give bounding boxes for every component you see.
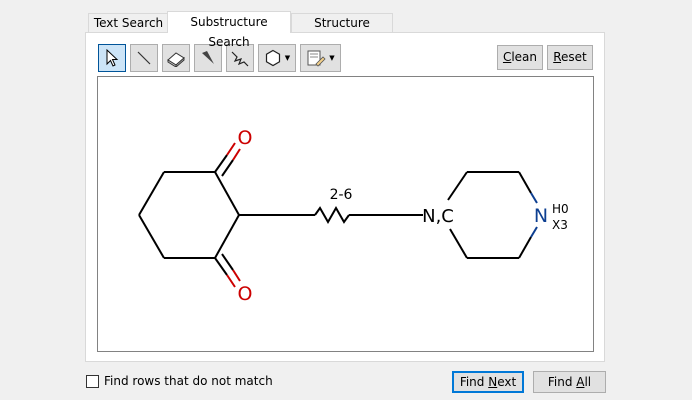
clean-label: Clean xyxy=(502,50,538,64)
ring-bond xyxy=(518,236,532,259)
ring-bond xyxy=(518,171,532,194)
connectivity-label: X3 xyxy=(552,218,568,232)
double-bond xyxy=(232,269,241,282)
query-tool-button[interactable]: ▼ xyxy=(300,44,341,72)
ring-bond xyxy=(530,192,538,204)
chain-repeat-label: 2-6 xyxy=(330,187,353,203)
double-bond xyxy=(214,154,228,173)
find-next-button[interactable]: Find Next xyxy=(452,371,524,393)
double-bond xyxy=(221,159,234,177)
ring-bond xyxy=(530,226,538,238)
ring-bond xyxy=(214,171,240,216)
molecule-drawing: O O 2-6 N,C N H0 X3 xyxy=(138,127,569,305)
double-bond xyxy=(226,142,236,156)
ring-bond xyxy=(447,171,468,201)
not-match-option[interactable]: Find rows that do not match xyxy=(86,373,273,389)
find-next-label: Find Next xyxy=(459,375,517,389)
reset-label: Reset xyxy=(553,50,587,64)
chevron-down-icon: ▼ xyxy=(284,54,291,62)
chevron-down-icon: ▼ xyxy=(329,54,335,62)
double-bond xyxy=(214,257,228,276)
chain-repeat-bond xyxy=(314,205,350,225)
ring-bond xyxy=(138,171,165,216)
eraser-icon xyxy=(167,52,185,67)
double-bond xyxy=(232,148,241,161)
ring-template-icon xyxy=(265,49,280,67)
ring-bond xyxy=(214,214,240,259)
reset-button[interactable]: Reset xyxy=(547,45,593,70)
structure-canvas[interactable]: O O 2-6 N,C N H0 X3 xyxy=(97,76,594,352)
ring-tool-button[interactable]: ▼ xyxy=(258,44,296,72)
double-bond xyxy=(221,253,234,271)
query-atom-icon xyxy=(307,50,326,67)
double-bond xyxy=(226,274,236,288)
pointer-arrow-icon xyxy=(106,49,119,67)
oxygen-atom-label: O xyxy=(238,283,253,305)
single-bond-line-icon xyxy=(137,51,151,65)
substructure-panel: ▼ ▼ Clean Reset O O 2-6 N,C N H0 X3 xyxy=(85,32,605,362)
pointer-tool-button[interactable] xyxy=(98,44,126,72)
find-all-button[interactable]: Find All xyxy=(533,371,606,393)
tab-text-search[interactable]: Text Search xyxy=(88,13,169,32)
atom-list-label: N,C xyxy=(422,206,454,227)
find-all-label: Find All xyxy=(547,375,592,389)
h-count-label: H0 xyxy=(552,202,569,216)
oxygen-atom-label: O xyxy=(238,127,253,149)
eraser-tool-button[interactable] xyxy=(162,44,190,72)
not-match-checkbox[interactable] xyxy=(86,374,99,388)
nitrogen-atom-label: N xyxy=(534,205,548,227)
bond-tool-button[interactable] xyxy=(130,44,158,72)
ring-bond xyxy=(449,228,468,259)
tab-substructure-search[interactable]: Substructure Search xyxy=(167,11,291,49)
clean-button[interactable]: Clean xyxy=(497,45,543,70)
ring-bond xyxy=(138,214,165,259)
not-match-label: Find rows that do not match xyxy=(104,374,273,388)
tab-structure-search[interactable]: Structure Search xyxy=(291,13,393,49)
